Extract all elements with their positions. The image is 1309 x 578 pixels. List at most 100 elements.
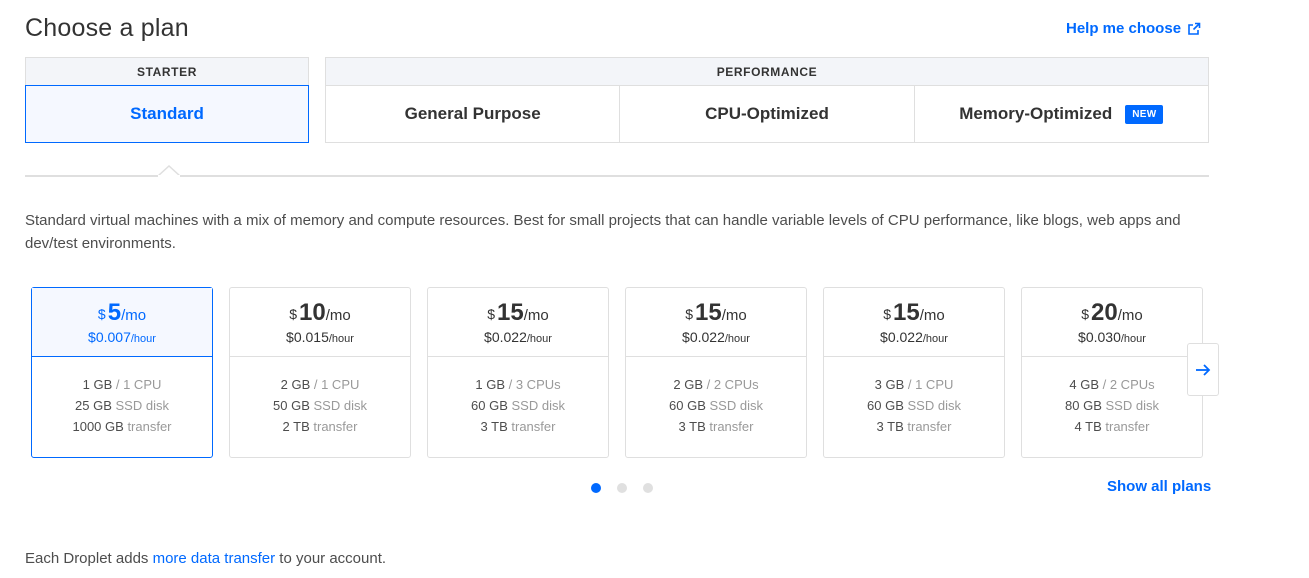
tab-memory-optimized[interactable]: Memory-Optimized NEW bbox=[914, 85, 1209, 143]
plan-card[interactable]: $5/mo $0.007/hour 1 GB / 1 CPU 25 GB SSD… bbox=[31, 287, 213, 458]
disk-value: 25 GB bbox=[75, 398, 112, 413]
hourly-price: $0.030 bbox=[1078, 329, 1121, 345]
transfer-label: transfer bbox=[709, 419, 754, 434]
hourly-unit: /hour bbox=[922, 333, 948, 345]
transfer-label: transfer bbox=[313, 419, 358, 434]
transfer-value: 1000 GB bbox=[72, 419, 124, 434]
pagination-dot[interactable] bbox=[591, 483, 601, 493]
monthly-price: 10 bbox=[299, 299, 326, 326]
hourly-price: $0.022 bbox=[484, 329, 527, 345]
tab-label: Memory-Optimized bbox=[959, 104, 1113, 123]
disk-label: SSD disk bbox=[709, 398, 763, 413]
show-all-plans-link[interactable]: Show all plans bbox=[1107, 478, 1211, 495]
external-link-icon bbox=[1188, 22, 1201, 35]
hourly-unit: /hour bbox=[1120, 333, 1146, 345]
memory-value: 2 GB bbox=[673, 377, 703, 392]
transfer-label: transfer bbox=[1105, 419, 1150, 434]
arrow-right-icon bbox=[1196, 363, 1211, 376]
help-link-label: Help me choose bbox=[1066, 20, 1182, 37]
currency-symbol: $ bbox=[1081, 306, 1090, 322]
hourly-price: $0.015 bbox=[286, 329, 329, 345]
transfer-label: transfer bbox=[511, 419, 556, 434]
currency-symbol: $ bbox=[883, 306, 892, 322]
pagination-dot[interactable] bbox=[643, 483, 653, 493]
cpu-value: / 1 CPU bbox=[907, 377, 954, 392]
currency-symbol: $ bbox=[487, 306, 496, 322]
tab-standard[interactable]: Standard bbox=[25, 85, 309, 143]
page-title: Choose a plan bbox=[25, 14, 189, 42]
price-period: /mo bbox=[523, 307, 549, 324]
tab-divider bbox=[25, 175, 1209, 177]
memory-value: 2 GB bbox=[280, 377, 311, 392]
plan-card[interactable]: $15/mo $0.022/hour 2 GB / 2 CPUs 60 GB S… bbox=[625, 287, 807, 458]
tab-label: CPU-Optimized bbox=[705, 104, 829, 123]
disk-value: 60 GB bbox=[867, 398, 904, 413]
disk-value: 80 GB bbox=[1065, 398, 1102, 413]
disk-label: SSD disk bbox=[313, 398, 367, 413]
plan-card[interactable]: $10/mo $0.015/hour 2 GB / 1 CPU 50 GB SS… bbox=[229, 287, 411, 458]
disk-value: 60 GB bbox=[471, 398, 508, 413]
transfer-value: 3 TB bbox=[678, 419, 706, 434]
footer-prefix: Each Droplet adds bbox=[25, 550, 153, 567]
footer-note: Each Droplet adds more data transfer to … bbox=[25, 550, 386, 567]
currency-symbol: $ bbox=[685, 306, 694, 322]
pagination-dot[interactable] bbox=[617, 483, 627, 493]
cpu-value: / 1 CPU bbox=[313, 377, 360, 392]
memory-value: 3 GB bbox=[874, 377, 905, 392]
monthly-price: 15 bbox=[893, 299, 920, 326]
plan-card[interactable]: $15/mo $0.022/hour 3 GB / 1 CPU 60 GB SS… bbox=[823, 287, 1005, 458]
hourly-price: $0.022 bbox=[682, 329, 725, 345]
price-period: /mo bbox=[721, 307, 747, 324]
transfer-label: transfer bbox=[127, 419, 172, 434]
hourly-unit: /hour bbox=[328, 333, 354, 345]
disk-value: 50 GB bbox=[273, 398, 310, 413]
memory-value: 1 GB bbox=[82, 377, 113, 392]
monthly-price: 15 bbox=[497, 299, 524, 326]
memory-value: 1 GB bbox=[475, 377, 505, 392]
transfer-value: 4 TB bbox=[1074, 419, 1102, 434]
cpu-value: / 3 CPUs bbox=[508, 377, 561, 392]
disk-label: SSD disk bbox=[907, 398, 961, 413]
cpu-value: / 1 CPU bbox=[115, 377, 162, 392]
hourly-price: $0.007 bbox=[88, 329, 131, 345]
performance-group-header: PERFORMANCE bbox=[325, 57, 1209, 85]
plan-card[interactable]: $15/mo $0.022/hour 1 GB / 3 CPUs 60 GB S… bbox=[427, 287, 609, 458]
price-period: /mo bbox=[121, 307, 147, 324]
cpu-value: / 2 CPUs bbox=[1102, 377, 1155, 392]
tab-label: General Purpose bbox=[404, 104, 541, 123]
tab-general-purpose[interactable]: General Purpose bbox=[325, 85, 621, 143]
disk-label: SSD disk bbox=[115, 398, 169, 413]
footer-suffix: to your account. bbox=[275, 550, 387, 567]
transfer-value: 3 TB bbox=[480, 419, 508, 434]
price-period: /mo bbox=[919, 307, 945, 324]
currency-symbol: $ bbox=[97, 306, 106, 322]
plan-description: Standard virtual machines with a mix of … bbox=[25, 212, 1181, 252]
new-badge: NEW bbox=[1125, 104, 1164, 124]
disk-value: 60 GB bbox=[669, 398, 706, 413]
starter-group: STARTER Standard bbox=[25, 57, 309, 143]
selected-tab-pointer bbox=[158, 165, 180, 177]
transfer-value: 2 TB bbox=[282, 419, 310, 434]
memory-value: 4 GB bbox=[1069, 377, 1099, 392]
help-me-choose-link[interactable]: Help me choose bbox=[1066, 20, 1201, 37]
price-period: /mo bbox=[1117, 307, 1143, 324]
disk-label: SSD disk bbox=[511, 398, 565, 413]
transfer-value: 3 TB bbox=[876, 419, 904, 434]
starter-group-header: STARTER bbox=[25, 57, 309, 85]
performance-group: PERFORMANCE General Purpose CPU-Optimize… bbox=[325, 57, 1209, 143]
currency-symbol: $ bbox=[289, 306, 298, 322]
next-plans-button[interactable] bbox=[1187, 343, 1219, 396]
hourly-price: $0.022 bbox=[880, 329, 923, 345]
plan-card[interactable]: $20/mo $0.030/hour 4 GB / 2 CPUs 80 GB S… bbox=[1021, 287, 1203, 458]
transfer-label: transfer bbox=[907, 419, 952, 434]
cpu-value: / 2 CPUs bbox=[706, 377, 759, 392]
hourly-unit: /hour bbox=[724, 333, 750, 345]
monthly-price: 20 bbox=[1091, 299, 1118, 326]
price-period: /mo bbox=[325, 307, 351, 324]
hourly-unit: /hour bbox=[130, 333, 156, 345]
monthly-price: 15 bbox=[695, 299, 722, 326]
more-data-transfer-link[interactable]: more data transfer bbox=[153, 550, 276, 567]
hourly-unit: /hour bbox=[526, 333, 552, 345]
tab-cpu-optimized[interactable]: CPU-Optimized bbox=[620, 85, 915, 143]
pagination-dots bbox=[591, 483, 653, 493]
